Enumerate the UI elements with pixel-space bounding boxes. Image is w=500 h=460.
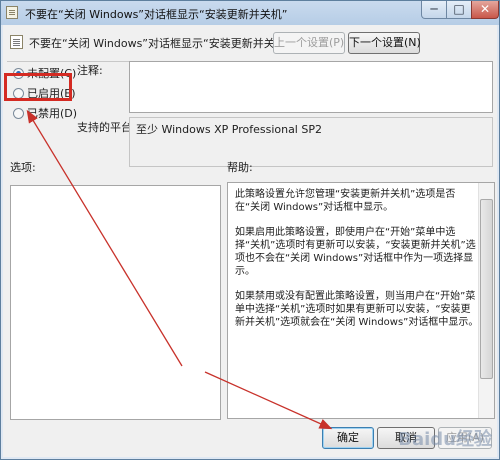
policy-icon [6,6,18,19]
window-title: 不要在“关闭 Windows”对话框显示“安装更新并关机” [25,8,288,21]
comment-label: 注释: [77,64,103,77]
platform-label: 支持的平台: [77,121,136,134]
minimize-button[interactable]: ─ [421,1,447,19]
ok-button[interactable]: 确定 [322,427,374,449]
comment-textarea[interactable] [129,61,493,113]
radio-disabled-label: 已禁用(D) [27,107,78,120]
options-label: 选项: [10,161,36,174]
dialog-content: 不要在“关闭 Windows”对话框显示“安装更新并关机” 上一个设置(P) 下… [3,25,497,457]
policy-dialog-window: 不要在“关闭 Windows”对话框显示“安装更新并关机” ─ □ ✕ 不要在“… [0,0,500,460]
prev-setting-button[interactable]: 上一个设置(P) [273,32,345,54]
radio-disabled[interactable]: 已禁用(D) [13,105,77,121]
help-panel: 此策略设置允许您管理“安装更新并关机”选项是否在“关闭 Windows”对话框中… [227,182,495,419]
setting-title: 不要在“关闭 Windows”对话框显示“安装更新并关机” [29,37,292,50]
help-paragraph-2: 如果启用此策略设置，即使用户在“开始”菜单中选择“关机”选项时有更新可以安装，“… [235,227,476,277]
radio-disabled-dot[interactable] [13,108,24,119]
help-scrollbar[interactable] [478,183,494,418]
maximize-button[interactable]: □ [446,1,472,19]
help-paragraph-3: 如果禁用或没有配置此策略设置，则当用户在“开始”菜单中选择“关机”选项时如果有更… [235,291,479,328]
platform-field: 至少 Windows XP Professional SP2 [129,117,493,167]
help-paragraph-1: 此策略设置允许您管理“安装更新并关机”选项是否在“关闭 Windows”对话框中… [235,189,456,213]
disabled-option-highlight [4,73,72,101]
watermark: Baidu经验 [398,429,492,450]
title-bar[interactable]: 不要在“关闭 Windows”对话框显示“安装更新并关机” ─ □ ✕ [1,1,499,25]
help-label: 帮助: [227,161,253,174]
close-button[interactable]: ✕ [471,1,499,19]
help-text: 此策略设置允许您管理“安装更新并关机”选项是否在“关闭 Windows”对话框中… [235,188,479,341]
platform-value: 至少 Windows XP Professional SP2 [136,123,322,136]
help-scroll-thumb[interactable] [480,199,493,379]
setting-icon [10,35,23,49]
options-panel [10,185,221,420]
next-setting-button[interactable]: 下一个设置(N) [348,32,421,54]
